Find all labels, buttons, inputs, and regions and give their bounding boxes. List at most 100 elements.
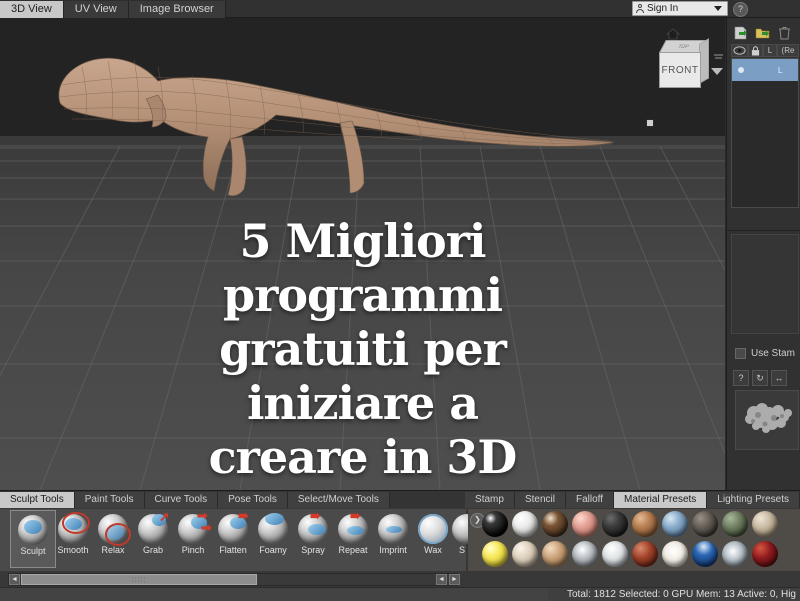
wax-brush-icon [418,514,448,544]
lock-icon[interactable] [748,44,763,57]
stamp-rotate-button[interactable]: ↻ [752,370,768,386]
material-swatch[interactable] [692,541,718,567]
tab-falloff[interactable]: Falloff [565,492,615,508]
scrollbar-thumb[interactable]: ::::: [21,574,257,585]
navcube-front-face[interactable]: FRONT [659,52,701,88]
tab-stamp[interactable]: Stamp [465,492,515,508]
scroll-left-arrow[interactable]: ◄ [9,574,20,585]
material-swatch[interactable] [662,511,688,537]
status-text: Total: 1812 Selected: 0 GPU Mem: 13 Acti… [566,589,796,600]
layer-toolbar [727,18,800,44]
material-swatch[interactable] [512,541,538,567]
home-icon[interactable] [666,28,680,40]
stamp-control-buttons: ? ↻ ↔ [733,370,799,386]
tools-horizontal-scrollbar[interactable]: ◄ ::::: [8,573,458,586]
material-swatch[interactable] [722,511,748,537]
overlay-headline: 5 Migliori programmi gratuiti per inizia… [0,214,725,484]
material-swatch[interactable] [662,541,688,567]
help-button[interactable]: ? [733,2,748,17]
tab-paint-tools[interactable]: Paint Tools [74,492,145,508]
tab-pose-tools[interactable]: Pose Tools [218,492,288,508]
tool-label: Sculpt [20,546,46,556]
person-icon [636,4,644,13]
tab-material-presets[interactable]: Material Presets [614,492,708,508]
navcube-down-arrow[interactable] [711,68,723,75]
pinch-brush-icon: ➟ ➟ [178,509,212,544]
checkbox-box[interactable] [735,348,746,359]
material-swatch[interactable] [632,511,658,537]
sign-in-label: Sign In [647,3,679,14]
new-layer-icon[interactable] [733,26,748,40]
relax-brush-icon [98,514,131,546]
visibility-eye-icon[interactable] [731,44,748,57]
material-swatch[interactable] [542,511,568,537]
material-swatch[interactable] [632,541,658,567]
layer-list[interactable]: L [731,58,799,208]
material-swatch[interactable] [722,541,748,567]
viewport-collapse-icon[interactable] [714,54,723,62]
tools-scroll-right[interactable]: ► [449,574,460,585]
layer-row-selected[interactable]: L [732,59,798,81]
material-swatch[interactable] [482,541,508,567]
status-bar: Total: 1812 Selected: 0 GPU Mem: 13 Acti… [0,587,800,601]
imprint-brush-icon [378,514,408,544]
material-swatch[interactable] [602,541,628,567]
stamp-help-button[interactable]: ? [733,370,749,386]
scrollbar-grip: ::::: [131,576,147,583]
foamy-brush-icon [258,513,288,544]
tab-image-browser[interactable]: Image Browser [128,1,226,18]
right-panel: L (Re L Use Stam ? ↻ ↔ [726,18,800,490]
layer-column-l[interactable]: L [763,44,777,57]
material-row-2 [482,541,800,569]
material-swatch[interactable] [602,511,628,537]
material-swatch[interactable] [752,511,778,537]
stamp-texture-preview[interactable] [735,390,799,450]
layer-column-headers: L (Re [731,44,799,57]
material-swatch[interactable] [752,541,778,567]
headline-line-3: gratuiti per [219,322,507,376]
tab-3d-view[interactable]: 3D View [0,1,64,18]
tab-stencil[interactable]: Stencil [514,492,566,508]
tab-lighting-presets[interactable]: Lighting Presets [707,492,800,508]
headline-line-1: 5 Migliori [239,214,487,268]
sculpt-tools-strip: Sculpt Smooth Relax ➚ Grab ➟ ➟ Pinch ➠ F… [0,509,474,571]
stamp-settings-box [731,234,799,334]
layer-visibility-dot[interactable] [738,67,744,73]
sculpt-brush-icon [18,515,48,545]
tab-select-move-tools[interactable]: Select/Move Tools [287,492,390,508]
dinosaur-model[interactable] [20,23,620,223]
bottom-tab-filler-left [389,492,466,508]
panel-divider [727,230,800,231]
flatten-brush-icon: ➠ [218,509,249,544]
layer-column-record[interactable]: (Re [777,44,799,57]
navigation-cube[interactable]: TOP FRONT [655,28,709,92]
material-presets-strip: ❯ [468,509,800,571]
3d-viewport[interactable]: TOP FRONT 5 Migliori programmi gratuiti … [0,18,725,490]
material-swatch[interactable] [482,511,508,537]
repeat-brush-icon: ➠ [338,509,368,544]
tools-scroll-arrows: ◄ ► [436,574,460,585]
bottom-tab-bar: Sculpt Tools Paint Tools Curve Tools Pos… [0,491,800,508]
material-swatch[interactable] [572,511,598,537]
tab-sculpt-tools[interactable]: Sculpt Tools [0,492,75,508]
use-stamp-label: Use Stam [751,348,795,359]
tools-scroll-left[interactable]: ◄ [436,574,447,585]
material-swatch[interactable] [542,541,568,567]
delete-trash-icon[interactable] [777,26,792,40]
headline-line-4: iniziare a [246,376,479,430]
bottom-dock: Sculpt Tools Paint Tools Curve Tools Pos… [0,490,800,601]
use-stamp-checkbox[interactable]: Use Stam [735,348,795,359]
material-swatch[interactable] [512,511,538,537]
spray-brush-icon: ➠ [298,509,328,544]
tab-uv-view[interactable]: UV View [63,1,129,18]
tab-curve-tools[interactable]: Curve Tools [144,492,219,508]
application-window: 3D View UV View Image Browser Sign In ? [0,0,800,601]
sign-in-dropdown[interactable]: Sign In [632,1,728,16]
status-bar-empty-region [0,588,548,601]
layer-row-label: L [778,65,783,75]
material-swatch[interactable] [692,511,718,537]
material-swatch[interactable] [572,541,598,567]
transform-gizmo-handle[interactable] [646,119,654,127]
stamp-flip-button[interactable]: ↔ [771,370,787,386]
open-folder-icon[interactable] [755,26,770,40]
